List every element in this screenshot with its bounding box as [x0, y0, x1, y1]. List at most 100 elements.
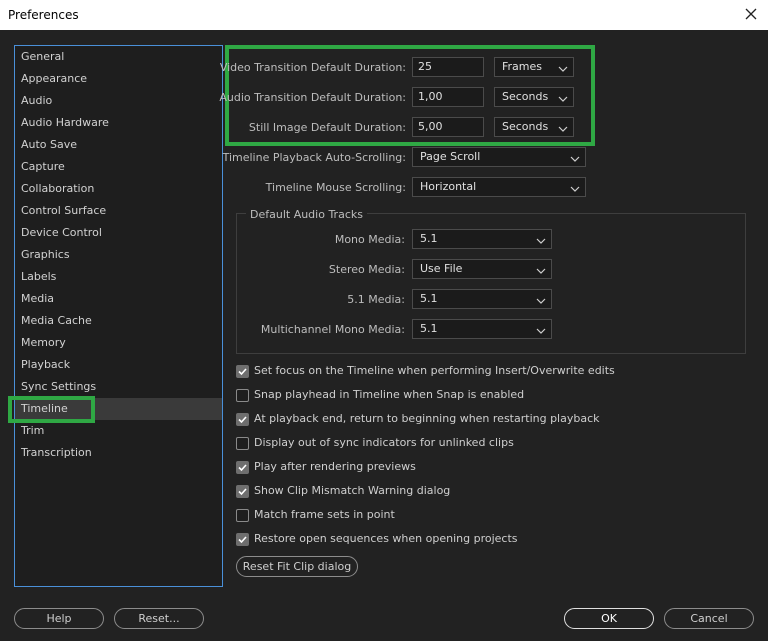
stereo-media-select[interactable]: Use File — [412, 259, 552, 279]
sidebar-item-label: Media Cache — [21, 314, 92, 327]
category-list: General Appearance Audio Audio Hardware … — [14, 45, 223, 587]
audio-transition-unit-select[interactable]: Seconds — [494, 87, 574, 107]
sidebar-item-capture[interactable]: Capture — [15, 156, 222, 178]
sidebar-item-general[interactable]: General — [15, 46, 222, 68]
sidebar-item-memory[interactable]: Memory — [15, 332, 222, 354]
sidebar-item-collaboration[interactable]: Collaboration — [15, 178, 222, 200]
multichannel-mono-label: Multichannel Mono Media: — [260, 323, 405, 336]
ok-button[interactable]: OK — [564, 608, 654, 629]
reset-button[interactable]: Reset... — [114, 608, 204, 629]
chevron-down-icon — [558, 92, 568, 102]
sidebar-item-sync-settings[interactable]: Sync Settings — [15, 376, 222, 398]
chevron-down-icon — [536, 324, 546, 334]
checkbox-label: Set focus on the Timeline when performin… — [254, 364, 615, 377]
sidebar-item-transcription[interactable]: Transcription — [15, 442, 222, 464]
mouse-scrolling-select[interactable]: Horizontal — [412, 177, 586, 197]
sidebar-item-label: Control Surface — [21, 204, 107, 217]
sidebar-item-trim[interactable]: Trim — [15, 420, 222, 442]
checkbox-label: Display out of sync indicators for unlin… — [254, 436, 514, 449]
sidebar-item-label: Labels — [21, 270, 57, 283]
select-value: 5.1 — [420, 232, 438, 245]
checkbox[interactable] — [236, 485, 249, 498]
cancel-button[interactable]: Cancel — [664, 608, 754, 629]
sidebar-item-audio[interactable]: Audio — [15, 90, 222, 112]
sidebar-item-audio-hardware[interactable]: Audio Hardware — [15, 112, 222, 134]
chevron-down-icon — [570, 182, 580, 192]
stereo-media-label: Stereo Media: — [328, 263, 405, 276]
select-value: Horizontal — [420, 180, 477, 193]
playback-scrolling-select[interactable]: Page Scroll — [412, 147, 586, 167]
sidebar-item-label: Trim — [21, 424, 45, 437]
still-image-unit-select[interactable]: Seconds — [494, 117, 574, 137]
sidebar-item-label: Sync Settings — [21, 380, 97, 393]
video-transition-field[interactable]: 25 — [412, 57, 484, 77]
sidebar-item-label: Capture — [21, 160, 65, 173]
five-one-media-label: 5.1 Media: — [347, 293, 405, 306]
sidebar-item-label: Transcription — [21, 446, 92, 459]
video-transition-unit-select[interactable]: Frames — [494, 57, 574, 77]
checkbox[interactable] — [236, 533, 249, 546]
select-value: Frames — [502, 60, 543, 73]
sidebar-item-playback[interactable]: Playback — [15, 354, 222, 376]
checkmark-icon — [238, 416, 247, 424]
sidebar-item-label: Graphics — [21, 248, 70, 261]
select-value: Page Scroll — [420, 150, 481, 163]
sidebar-item-device-control[interactable]: Device Control — [15, 222, 222, 244]
checkbox-label: Play after rendering previews — [254, 460, 416, 473]
sidebar-item-media-cache[interactable]: Media Cache — [15, 310, 222, 332]
checkbox[interactable] — [236, 461, 249, 474]
reset-fit-clip-button[interactable]: Reset Fit Clip dialog — [236, 556, 358, 577]
chevron-down-icon — [570, 152, 580, 162]
still-image-field[interactable]: 5,00 — [412, 117, 484, 137]
still-image-label: Still Image Default Duration: — [248, 121, 406, 134]
chevron-down-icon — [558, 62, 568, 72]
chevron-down-icon — [536, 264, 546, 274]
mono-media-label: Mono Media: — [334, 233, 405, 246]
sidebar-item-labels[interactable]: Labels — [15, 266, 222, 288]
sidebar-item-label: Auto Save — [21, 138, 78, 151]
checkbox-label: Show Clip Mismatch Warning dialog — [254, 484, 451, 497]
audio-transition-label: Audio Transition Default Duration: — [219, 91, 406, 104]
checkbox[interactable] — [236, 437, 249, 450]
sidebar-item-media[interactable]: Media — [15, 288, 222, 310]
checkbox[interactable] — [236, 509, 249, 522]
five-one-media-select[interactable]: 5.1 — [412, 289, 552, 309]
multichannel-mono-select[interactable]: 5.1 — [412, 319, 552, 339]
chevron-down-icon — [558, 122, 568, 132]
mono-media-select[interactable]: 5.1 — [412, 229, 552, 249]
help-button[interactable]: Help — [14, 608, 104, 629]
select-value: Seconds — [502, 120, 549, 133]
checkmark-icon — [238, 536, 247, 544]
sidebar-item-label: Memory — [21, 336, 66, 349]
checkbox[interactable] — [236, 389, 249, 402]
checkbox[interactable] — [236, 365, 249, 378]
video-transition-label: Video Transition Default Duration: — [219, 61, 406, 74]
checkbox[interactable] — [236, 413, 249, 426]
title-bar: Preferences — [0, 0, 768, 30]
select-value: Use File — [420, 262, 463, 275]
sidebar-item-auto-save[interactable]: Auto Save — [15, 134, 222, 156]
sidebar-item-label: General — [21, 50, 65, 63]
sidebar-item-control-surface[interactable]: Control Surface — [15, 200, 222, 222]
select-value: Seconds — [502, 90, 549, 103]
checkmark-icon — [238, 488, 247, 496]
playback-scrolling-label: Timeline Playback Auto-Scrolling: — [222, 151, 406, 164]
close-icon[interactable] — [742, 5, 760, 23]
group-title: Default Audio Tracks — [246, 208, 367, 221]
select-value: 5.1 — [420, 322, 438, 335]
mouse-scrolling-label: Timeline Mouse Scrolling: — [265, 181, 406, 194]
audio-transition-field[interactable]: 1,00 — [412, 87, 484, 107]
sidebar-item-label: Appearance — [21, 72, 88, 85]
checkmark-icon — [238, 464, 247, 472]
checkbox-label: Restore open sequences when opening proj… — [254, 532, 518, 545]
checkbox-label: At playback end, return to beginning whe… — [254, 412, 600, 425]
sidebar-item-timeline[interactable]: Timeline — [15, 398, 222, 420]
sidebar-item-label: Audio Hardware — [21, 116, 109, 129]
sidebar-item-label: Timeline — [21, 402, 68, 415]
sidebar-item-label: Collaboration — [21, 182, 95, 195]
sidebar-item-graphics[interactable]: Graphics — [15, 244, 222, 266]
select-value: 5.1 — [420, 292, 438, 305]
sidebar-item-appearance[interactable]: Appearance — [15, 68, 222, 90]
sidebar-item-label: Audio — [21, 94, 53, 107]
chevron-down-icon — [536, 294, 546, 304]
